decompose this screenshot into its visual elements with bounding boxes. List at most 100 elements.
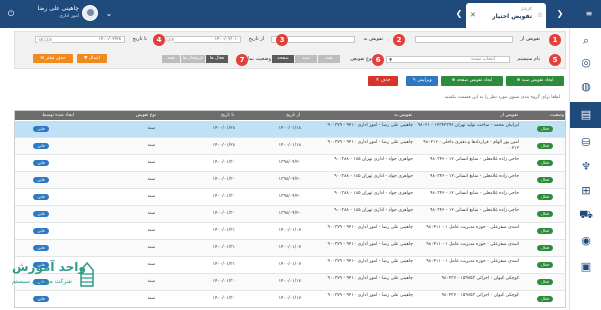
created-by-badge: فاین <box>33 160 49 166</box>
badge-6: 6 <box>372 54 384 66</box>
status-option-inactive[interactable]: غیرفعال ها <box>181 55 205 63</box>
header-to[interactable]: تفویض به <box>303 111 415 120</box>
chevron-down-icon[interactable]: ▼ <box>389 57 392 63</box>
badge-1: 1 <box>549 34 561 46</box>
cell-to: ۹۰۰۳۷۹ - چاهینی علی رضا - امور اداری ۹۴۱… <box>327 225 413 230</box>
from-date-label: از تاریخ <box>248 36 264 42</box>
cutlery-icon[interactable]: ♆ <box>576 160 596 174</box>
edit-button[interactable]: ✎ ویرایش <box>406 76 438 86</box>
cell-from: ۹۸۰۳۴۶ - حاجی زاده غلامعلی - منابع انسان… <box>429 208 519 213</box>
chart-icon[interactable]: ◍ <box>576 80 596 94</box>
clear-filter-button[interactable]: ⊟ حذف فیلتر <box>33 54 73 63</box>
cell-to-date: ۱۴۰۰/۰۱/۲۸ <box>212 143 235 148</box>
cell-to-date: ۱۴۰۰/۰۱/۳۰ <box>212 211 235 216</box>
status-badge: فعال <box>537 143 553 149</box>
cell-to-date: ۱۴۰۰/۰۱/۳۱ <box>212 228 235 233</box>
cell-from: ۹۸۰۲۱ - ایرانیان محمد - ساخت تولید تهران… <box>417 123 519 128</box>
header-from-date[interactable]: از تاریخ <box>237 111 303 120</box>
cell-from-date: ۱۴۰۰/۰۱/۰۷ <box>278 245 301 250</box>
cell-from: ۹۸۰۴۳۷ - کوچکی کیوان - اجرائی ۱۵۹۷۵۳ <box>441 293 520 298</box>
delegator-label: تفویض از <box>520 36 540 42</box>
cell-to-date: ۱۴۰۰/۰۱/۳۰ <box>212 279 235 284</box>
badge-4: 4 <box>153 34 165 46</box>
status-option-all[interactable]: همه <box>162 55 180 63</box>
cell-type: سند <box>147 160 156 165</box>
type-option-page[interactable]: صفحه <box>272 55 294 63</box>
type-option-doc[interactable]: سند <box>295 55 317 63</box>
status-option-active[interactable]: فعال ها <box>206 55 228 63</box>
watermark: واحد آموزش شرکت مهندسی سیستم <box>6 258 106 298</box>
star-icon[interactable]: ☆ <box>537 11 543 19</box>
expand-icon[interactable]: ⌄ <box>104 9 114 19</box>
user-icon[interactable]: ◉ <box>576 234 596 248</box>
type-option-all[interactable]: همه <box>318 55 340 63</box>
to-date-label: تا تاریخ <box>132 36 147 42</box>
header-from[interactable]: تفویض از <box>415 111 521 120</box>
from-date-input[interactable]: ۱۴۰۰/۰۲/۰۱ ۱۴۰۰/۰۲ <box>157 36 241 43</box>
table-row[interactable]: فعال ۹۸۰۳۴۶ - حاجی زاده غلامعلی - منابع ا… <box>15 206 565 223</box>
status-badge: فعال <box>537 211 553 217</box>
to-date-input[interactable]: ۱۴۰۰/۰۲/۲۸ ۱۴۰۰/۰۲ <box>35 36 125 43</box>
tab-delegation[interactable]: ✕ کارتابل تفویض اختیار ☆ <box>466 3 546 28</box>
cell-from-date: ۱۴۰۰/۰۱/۱۸ <box>278 126 301 131</box>
close-icon[interactable]: ✕ <box>470 11 476 19</box>
cell-type: سند <box>147 143 156 148</box>
basket-icon[interactable]: ⊞ <box>576 184 596 198</box>
cell-to: ۹۰۰۳۷۹ - چاهینی علی رضا - امور اداری ۹۴۱… <box>327 242 413 247</box>
table-row[interactable]: فعال ۹۸۰۳۴۶ - حاجی زاده غلامعلی - منابع ا… <box>15 155 565 172</box>
badge-5: 5 <box>549 54 561 66</box>
menu-icon[interactable]: ≡ <box>584 9 594 19</box>
table-row[interactable]: فعال ۹۸۰۲۱۶ - امین پور الهام - قراردادها … <box>15 138 565 155</box>
bus-icon[interactable]: ⛟ <box>576 208 596 222</box>
search-icon[interactable]: ⌕ <box>576 34 596 48</box>
delegator-input[interactable] <box>415 36 513 43</box>
apply-filter-button[interactable]: ▼ اعمال <box>77 54 107 63</box>
power-icon[interactable]: ⏻ <box>6 9 16 19</box>
badge-2: 2 <box>393 34 405 46</box>
nav-left-icon[interactable]: ❮ <box>454 9 464 19</box>
system-select[interactable]: انتخاب نشده ▼ <box>386 56 510 63</box>
cell-to: ۹۰۰۳۸۸ - جواهری جواد - اداری تهران ۱۸۵ <box>334 191 413 196</box>
watermark-subtitle: شرکت مهندسی سیستم <box>12 278 72 285</box>
cell-from-date: ۱۳۹۸/۰۴/۲۰ <box>278 160 301 165</box>
delete-button[interactable]: ✕ حذف <box>368 76 398 86</box>
cell-from-date: ۱۳۹۸/۰۴/۲۰ <box>278 194 301 199</box>
cell-from-date: ۱۳۹۸/۰۴/۲۰ <box>278 177 301 182</box>
table-row[interactable]: فعال ۹۸۰۴۱۱ - اسدی صفرعلی - حوزه مدیریت ع… <box>15 223 565 240</box>
table-row[interactable]: فعال ۹۸۰۳۴۶ - حاجی زاده غلامعلی - منابع ا… <box>15 172 565 189</box>
to-date-calendar-icon[interactable]: ۱۴۰۰/۰۲ <box>38 37 53 43</box>
watermark-title: واحد آموزش <box>12 260 86 274</box>
apps-icon[interactable]: ◎ <box>576 56 596 70</box>
cell-to-date: ۱۴۰۰/۰۱/۳۱ <box>212 245 235 250</box>
table-row[interactable]: فعال ۹۸۰۳۴۶ - حاجی زاده غلامعلی - منابع ا… <box>15 189 565 206</box>
table-row[interactable]: فعال ۹۸۰۴۱۱ - اسدی صفرعلی - حوزه مدیریت ع… <box>15 240 565 257</box>
globe-icon[interactable]: ▤ <box>576 108 596 122</box>
status-badge: فعال <box>537 262 553 268</box>
cell-from-date: ۱۴۰۰/۰۱/۱۸ <box>278 143 301 148</box>
clear-filter-label: حذف فیلتر <box>45 56 66 61</box>
header-type[interactable]: نوع تفویض <box>77 111 159 120</box>
create-page-label: ایجاد تفویض صفحه <box>456 78 493 83</box>
bag-icon[interactable]: ⛁ <box>576 136 596 150</box>
user-name: چاهینی علی رضا <box>37 5 79 12</box>
avatar[interactable] <box>82 5 98 21</box>
badge-7: 7 <box>236 54 248 66</box>
from-date-value: ۱۴۰۰/۰۲/۰۱ <box>214 37 237 42</box>
filter-panel: تفویض از 1 تفویض به 2 از تاریخ ۱۴۰۰/۰۲/۰… <box>14 31 566 69</box>
create-page-delegation-button[interactable]: ⊕ ایجاد تفویض صفحه <box>441 76 503 86</box>
cell-from-date: ۱۴۰۰/۰۱/۰۷ <box>278 228 301 233</box>
create-doc-delegation-button[interactable]: ⊕ ایجاد تفویض سند <box>506 76 564 86</box>
folder-icon[interactable]: ▣ <box>576 260 596 274</box>
header-to-date[interactable]: تا تاریخ <box>159 111 237 120</box>
badge-3: 3 <box>276 34 288 46</box>
system-label: نام سیستم <box>517 56 540 62</box>
back-icon[interactable]: ❯ <box>555 9 565 19</box>
header-status[interactable]: وضعیت <box>521 111 565 120</box>
cell-from-date: ۱۴۰۰/۰۱/۱۷ <box>278 296 301 301</box>
cell-type: سند <box>147 211 156 216</box>
header-created-by[interactable]: ایجاد شده توسط <box>15 111 77 120</box>
create-doc-label: ایجاد تفویض سند <box>521 78 554 83</box>
created-by-badge: فاین <box>33 211 49 217</box>
tab-title: تفویض اختیار <box>492 13 532 20</box>
table-row[interactable]: فعال ۹۸۰۲۱ - ایرانیان محمد - ساخت تولید ت… <box>15 121 565 138</box>
